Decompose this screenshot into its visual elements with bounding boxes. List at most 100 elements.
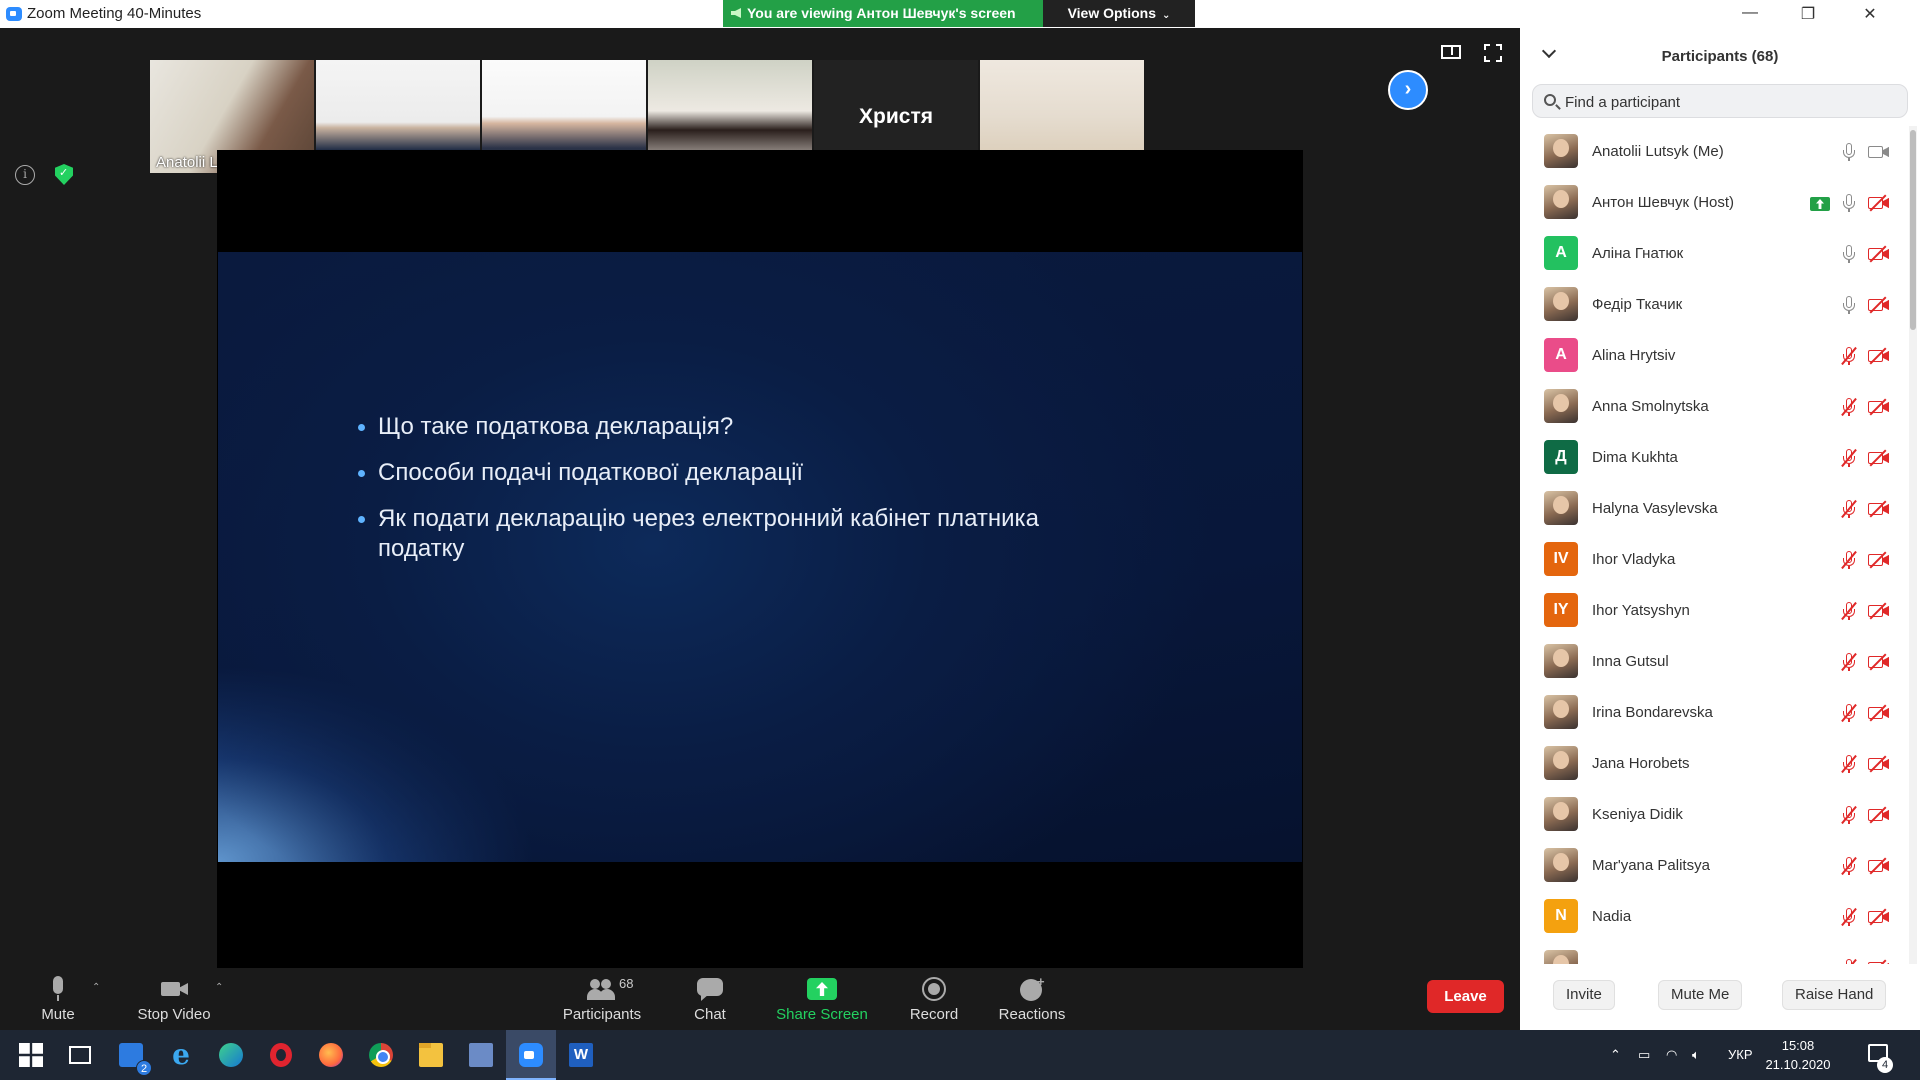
participant-row[interactable]: Anna Smolnytska: [1520, 381, 1908, 432]
taskbar-word[interactable]: W: [556, 1030, 606, 1080]
microphone-icon[interactable]: [1843, 245, 1855, 263]
participants-count: 68: [619, 976, 634, 991]
meeting-info-icon[interactable]: i: [15, 165, 35, 185]
taskbar-mail[interactable]: 2: [106, 1030, 156, 1080]
taskbar-file-explorer[interactable]: [406, 1030, 456, 1080]
wifi-icon[interactable]: ◠: [1666, 1030, 1677, 1080]
participant-row[interactable]: А Аліна Гнатюк: [1520, 228, 1908, 279]
share-screen-button[interactable]: Share Screen: [772, 968, 872, 1030]
mic-muted-icon[interactable]: [1843, 704, 1855, 722]
participant-row[interactable]: Федір Ткачик: [1520, 279, 1908, 330]
record-button[interactable]: Record: [906, 968, 962, 1030]
participant-row[interactable]: IY Ihor Yatsyshyn: [1520, 585, 1908, 636]
microphone-icon[interactable]: [1843, 143, 1855, 161]
mic-muted-icon[interactable]: [1843, 602, 1855, 620]
participant-row[interactable]: Halyna Vasylevska: [1520, 483, 1908, 534]
avatar: [1544, 644, 1578, 678]
fullscreen-icon[interactable]: [1484, 44, 1502, 62]
layout-icon[interactable]: [1441, 45, 1461, 59]
mute-button[interactable]: Mute: [28, 968, 88, 1030]
mic-muted-icon[interactable]: [1843, 806, 1855, 824]
stop-video-button[interactable]: Stop Video: [132, 968, 216, 1030]
tray-chevron-icon[interactable]: ⌃: [1610, 1030, 1621, 1080]
clock-time: 15:08: [1781, 1038, 1815, 1053]
system-clock[interactable]: 15:08 21.10.2020: [1758, 1036, 1838, 1074]
camera-off-icon[interactable]: [1868, 451, 1890, 465]
video-camera-icon[interactable]: [1868, 145, 1890, 159]
mic-muted-icon[interactable]: [1843, 755, 1855, 773]
participant-row[interactable]: Д Dima Kukhta: [1520, 432, 1908, 483]
mute-me-button[interactable]: Mute Me: [1658, 980, 1743, 1010]
camera-off-icon[interactable]: [1868, 961, 1890, 964]
scroll-thumb[interactable]: [1910, 130, 1916, 330]
folder-icon: [419, 1043, 443, 1067]
participant-row[interactable]: Антон Шевчук (Host): [1520, 177, 1908, 228]
keyboard-language[interactable]: УКР: [1728, 1030, 1753, 1080]
participant-row[interactable]: A Alina Hrytsiv: [1520, 330, 1908, 381]
taskbar-internet-explorer[interactable]: e: [156, 1030, 206, 1080]
volume-icon[interactable]: 🔈︎: [1692, 1030, 1700, 1080]
scrollbar[interactable]: [1909, 126, 1917, 964]
participant-row[interactable]: Anatolii Lutsyk (Me): [1520, 126, 1908, 177]
participant-row[interactable]: Irina Bondarevska: [1520, 687, 1908, 738]
taskbar-edge[interactable]: [206, 1030, 256, 1080]
camera-off-icon[interactable]: [1868, 706, 1890, 720]
raise-hand-button[interactable]: Raise Hand: [1782, 980, 1887, 1010]
camera-off-icon[interactable]: [1868, 553, 1890, 567]
camera-off-icon[interactable]: [1868, 808, 1890, 822]
participant-row[interactable]: Kseniya Didik: [1520, 789, 1908, 840]
mic-muted-icon[interactable]: [1843, 908, 1855, 926]
mic-muted-icon[interactable]: [1843, 449, 1855, 467]
chat-button[interactable]: Chat: [686, 968, 734, 1030]
camera-off-icon[interactable]: [1868, 604, 1890, 618]
microphone-icon[interactable]: [1843, 194, 1855, 212]
taskbar-opera[interactable]: [256, 1030, 306, 1080]
mic-muted-icon[interactable]: [1843, 551, 1855, 569]
camera-off-icon[interactable]: [1868, 247, 1890, 261]
reactions-button[interactable]: + Reactions: [998, 968, 1066, 1030]
participant-row[interactable]: Mar'yana Palitsya: [1520, 840, 1908, 891]
view-options-button[interactable]: View Options ⌄: [1043, 0, 1195, 27]
camera-off-icon[interactable]: [1868, 298, 1890, 312]
camera-off-icon[interactable]: [1868, 196, 1890, 210]
mic-muted-icon[interactable]: [1843, 500, 1855, 518]
camera-off-icon[interactable]: [1868, 502, 1890, 516]
participant-search[interactable]: [1532, 84, 1908, 118]
participant-row[interactable]: [1520, 942, 1908, 964]
search-input[interactable]: [1565, 91, 1895, 113]
mic-muted-icon[interactable]: [1843, 398, 1855, 416]
taskbar-chrome[interactable]: [356, 1030, 406, 1080]
mic-muted-icon[interactable]: [1843, 959, 1855, 964]
camera-off-icon[interactable]: [1868, 859, 1890, 873]
microphone-icon[interactable]: [1843, 296, 1855, 314]
camera-off-icon[interactable]: [1868, 349, 1890, 363]
taskbar-zoom[interactable]: [506, 1030, 556, 1080]
restore-icon[interactable]: ❐: [1788, 4, 1828, 24]
participants-icon: 68: [587, 976, 633, 1002]
camera-off-icon[interactable]: [1868, 910, 1890, 924]
task-view-button[interactable]: [56, 1030, 106, 1080]
leave-button[interactable]: Leave: [1427, 980, 1504, 1013]
mic-muted-icon[interactable]: [1843, 653, 1855, 671]
invite-button[interactable]: Invite: [1553, 980, 1615, 1010]
taskbar-firefox[interactable]: [306, 1030, 356, 1080]
video-options-caret-icon[interactable]: ⌃: [215, 982, 223, 993]
participant-row[interactable]: IV Ihor Vladyka: [1520, 534, 1908, 585]
participant-row[interactable]: Inna Gutsul: [1520, 636, 1908, 687]
encryption-shield-icon[interactable]: [55, 164, 73, 185]
camera-off-icon[interactable]: [1868, 400, 1890, 414]
taskbar-network-app[interactable]: [456, 1030, 506, 1080]
participant-row[interactable]: Jana Horobets: [1520, 738, 1908, 789]
minimize-icon[interactable]: —: [1730, 4, 1770, 24]
mic-muted-icon[interactable]: [1843, 347, 1855, 365]
next-page-arrow-icon[interactable]: ›: [1388, 70, 1428, 110]
start-button[interactable]: [6, 1030, 56, 1080]
participants-button[interactable]: 68 Participants: [560, 968, 644, 1030]
mic-muted-icon[interactable]: [1843, 857, 1855, 875]
camera-off-icon[interactable]: [1868, 655, 1890, 669]
participant-row[interactable]: N Nadia: [1520, 891, 1908, 942]
battery-icon[interactable]: ▭: [1638, 1030, 1650, 1080]
camera-off-icon[interactable]: [1868, 757, 1890, 771]
close-icon[interactable]: ✕: [1850, 4, 1890, 24]
audio-options-caret-icon[interactable]: ⌃: [92, 982, 100, 993]
